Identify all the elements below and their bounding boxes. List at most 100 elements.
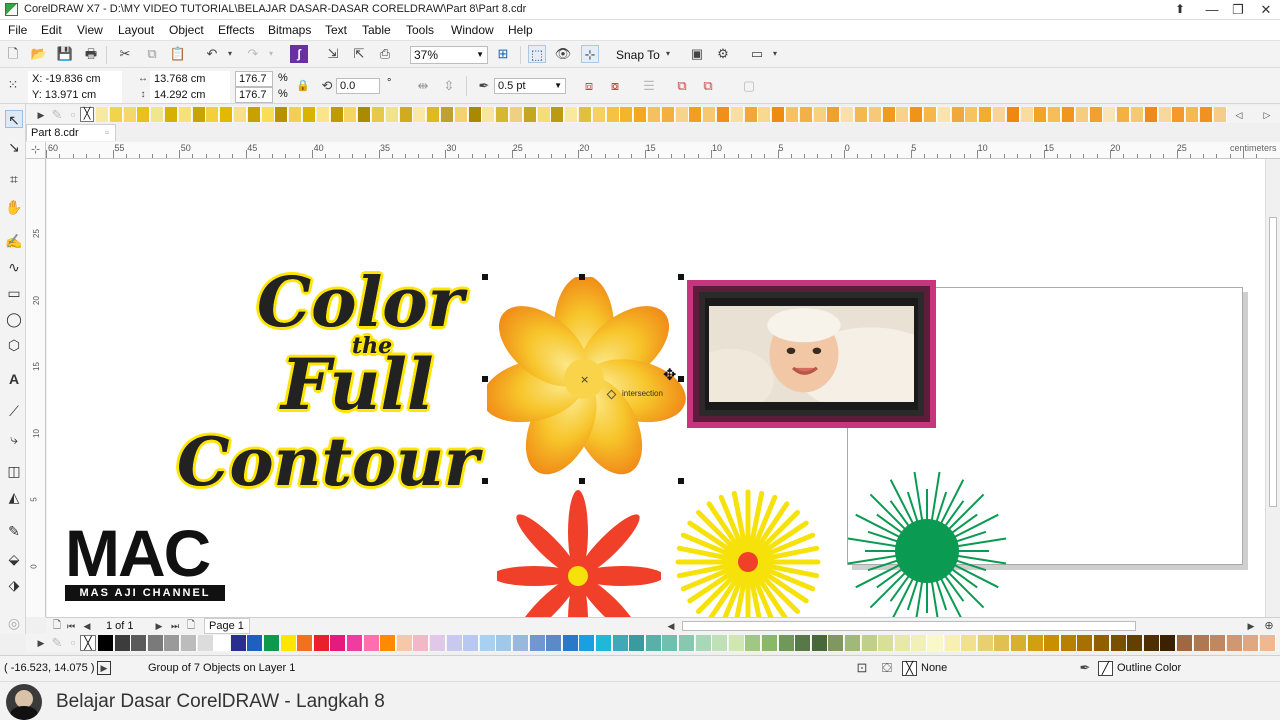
lock-ratio-icon[interactable]: 🔒 <box>294 77 312 95</box>
palette-swatch[interactable] <box>1172 107 1186 122</box>
position-y-field[interactable]: Y: 13.971 cm <box>28 87 122 103</box>
publish-pdf-icon[interactable]: ⎙ <box>376 45 394 63</box>
palette-swatch[interactable] <box>164 635 181 651</box>
palette-swatch[interactable] <box>855 107 868 122</box>
ungroup-icon[interactable]: ⧇ <box>606 77 624 95</box>
scale-y-field[interactable]: 176.7 <box>235 87 273 103</box>
palette-swatch[interactable] <box>192 107 206 122</box>
undo-icon[interactable]: ↶ <box>203 45 221 63</box>
scale-x-field[interactable]: 176.7 <box>235 71 273 87</box>
palette-swatch[interactable] <box>565 107 579 122</box>
palette-swatch[interactable] <box>795 635 812 651</box>
palette-swatch[interactable] <box>399 107 413 122</box>
vertical-ruler[interactable]: 25 20 15 10 5 0 <box>26 159 46 617</box>
palette-swatch[interactable] <box>661 107 675 122</box>
palette-swatch[interactable] <box>828 635 845 651</box>
pick-tool-icon[interactable]: ↖ <box>5 110 23 128</box>
export-icon[interactable]: ⇱ <box>350 45 368 63</box>
palette-swatch[interactable] <box>894 635 911 651</box>
palette-swatch[interactable] <box>463 635 480 651</box>
palette-swatch[interactable] <box>1160 635 1177 651</box>
artistic-media-icon[interactable]: ∿ <box>5 258 23 276</box>
palette-swatch[interactable] <box>579 107 592 122</box>
palette-swatch[interactable] <box>96 107 109 122</box>
palette-swatch[interactable] <box>551 107 565 122</box>
palette-swatch[interactable] <box>98 635 114 651</box>
text-tool-icon[interactable]: A <box>5 370 23 388</box>
palette-swatch[interactable] <box>468 107 482 122</box>
palette-swatch[interactable] <box>606 107 620 122</box>
palette-swatch[interactable] <box>313 635 330 651</box>
align-icon[interactable]: ☰ <box>640 77 658 95</box>
palette-swatch[interactable] <box>778 635 795 651</box>
yellow-flower[interactable] <box>675 487 823 617</box>
palette-swatch[interactable] <box>316 107 330 122</box>
palette-swatch[interactable] <box>1020 107 1034 122</box>
palette-swatch[interactable] <box>479 635 496 651</box>
palette-swatch[interactable] <box>247 635 264 651</box>
palette-swatch[interactable] <box>745 635 762 651</box>
palette-swatch[interactable] <box>811 635 828 651</box>
cut-icon[interactable]: ✂ <box>116 45 134 63</box>
palette-swatch[interactable] <box>214 635 231 651</box>
menu-layout[interactable]: Layout <box>118 23 154 37</box>
palette-swatch[interactable] <box>896 107 910 122</box>
connector-tool-icon[interactable]: ⤷ <box>5 430 23 448</box>
options-icon[interactable]: ⚙ <box>714 45 732 63</box>
menu-object[interactable]: Object <box>169 23 204 37</box>
width-field[interactable]: 13.768 cm <box>150 71 230 87</box>
toolbox-more-icon[interactable]: ◎ <box>5 614 23 632</box>
mirror-horizontal-icon[interactable]: ⇹ <box>414 77 432 95</box>
palette-swatch[interactable] <box>712 635 729 651</box>
selection-handle[interactable] <box>678 478 684 484</box>
palette-swatch[interactable] <box>562 635 579 651</box>
palette-swatch[interactable] <box>937 107 951 122</box>
menu-table[interactable]: Table <box>362 23 391 37</box>
menu-view[interactable]: View <box>77 23 103 37</box>
fill-none-swatch[interactable]: ╳ <box>902 661 917 676</box>
palette-swatch[interactable] <box>430 635 446 651</box>
palette-swatch[interactable] <box>592 107 606 122</box>
palette-swatch[interactable] <box>1260 635 1276 651</box>
palette-swatch[interactable] <box>1062 107 1075 122</box>
palette-swatch[interactable] <box>728 635 745 651</box>
palette-swatch[interactable] <box>446 635 463 651</box>
palette-swatch[interactable] <box>330 635 347 651</box>
crop-tool-icon[interactable]: ⌗ <box>5 170 23 188</box>
palette-swatch[interactable] <box>220 107 234 122</box>
palette-swatch[interactable] <box>762 635 778 651</box>
palette-swatch[interactable] <box>910 107 924 122</box>
palette-swatch[interactable] <box>695 635 712 651</box>
palette-swatch[interactable] <box>131 635 148 651</box>
palette-swatch[interactable] <box>114 635 131 651</box>
palette-swatch[interactable] <box>1158 107 1172 122</box>
palette-swatch[interactable] <box>1075 107 1089 122</box>
vertical-scrollbar[interactable] <box>1265 159 1280 617</box>
palette-swatch[interactable] <box>703 107 717 122</box>
palette-swatch[interactable] <box>868 107 882 122</box>
palette-swatch[interactable] <box>1110 635 1127 651</box>
application-launcher-icon[interactable]: ▭ <box>748 45 766 63</box>
palette-swatch[interactable] <box>861 635 878 651</box>
palette-swatch[interactable] <box>513 635 529 651</box>
palette-swatch[interactable] <box>137 107 151 122</box>
palette-swatch[interactable] <box>347 635 363 651</box>
palette-swatch[interactable] <box>951 107 965 122</box>
palette-swatch[interactable] <box>944 635 961 651</box>
palette-swatch[interactable] <box>1177 635 1193 651</box>
palette-swatch[interactable] <box>679 635 695 651</box>
palette-swatch[interactable] <box>230 635 247 651</box>
palette-swatch[interactable] <box>396 635 413 651</box>
object-origin-icon[interactable]: ⁙ <box>4 76 22 94</box>
undo-dropdown-icon[interactable]: ▾ <box>221 45 239 63</box>
selection-handle[interactable] <box>482 376 488 382</box>
coreldraw-app-icon[interactable] <box>5 3 18 16</box>
palette-swatch[interactable] <box>330 107 344 122</box>
import-icon[interactable]: ⇲ <box>324 45 342 63</box>
palette-swatch[interactable] <box>109 107 123 122</box>
interactive-tool-icon[interactable]: ◫ <box>5 462 23 480</box>
palette-swatch[interactable] <box>786 107 799 122</box>
redo-icon[interactable]: ↷ <box>244 45 262 63</box>
palette-swatch[interactable] <box>297 635 314 651</box>
palette-swatch[interactable] <box>961 635 978 651</box>
